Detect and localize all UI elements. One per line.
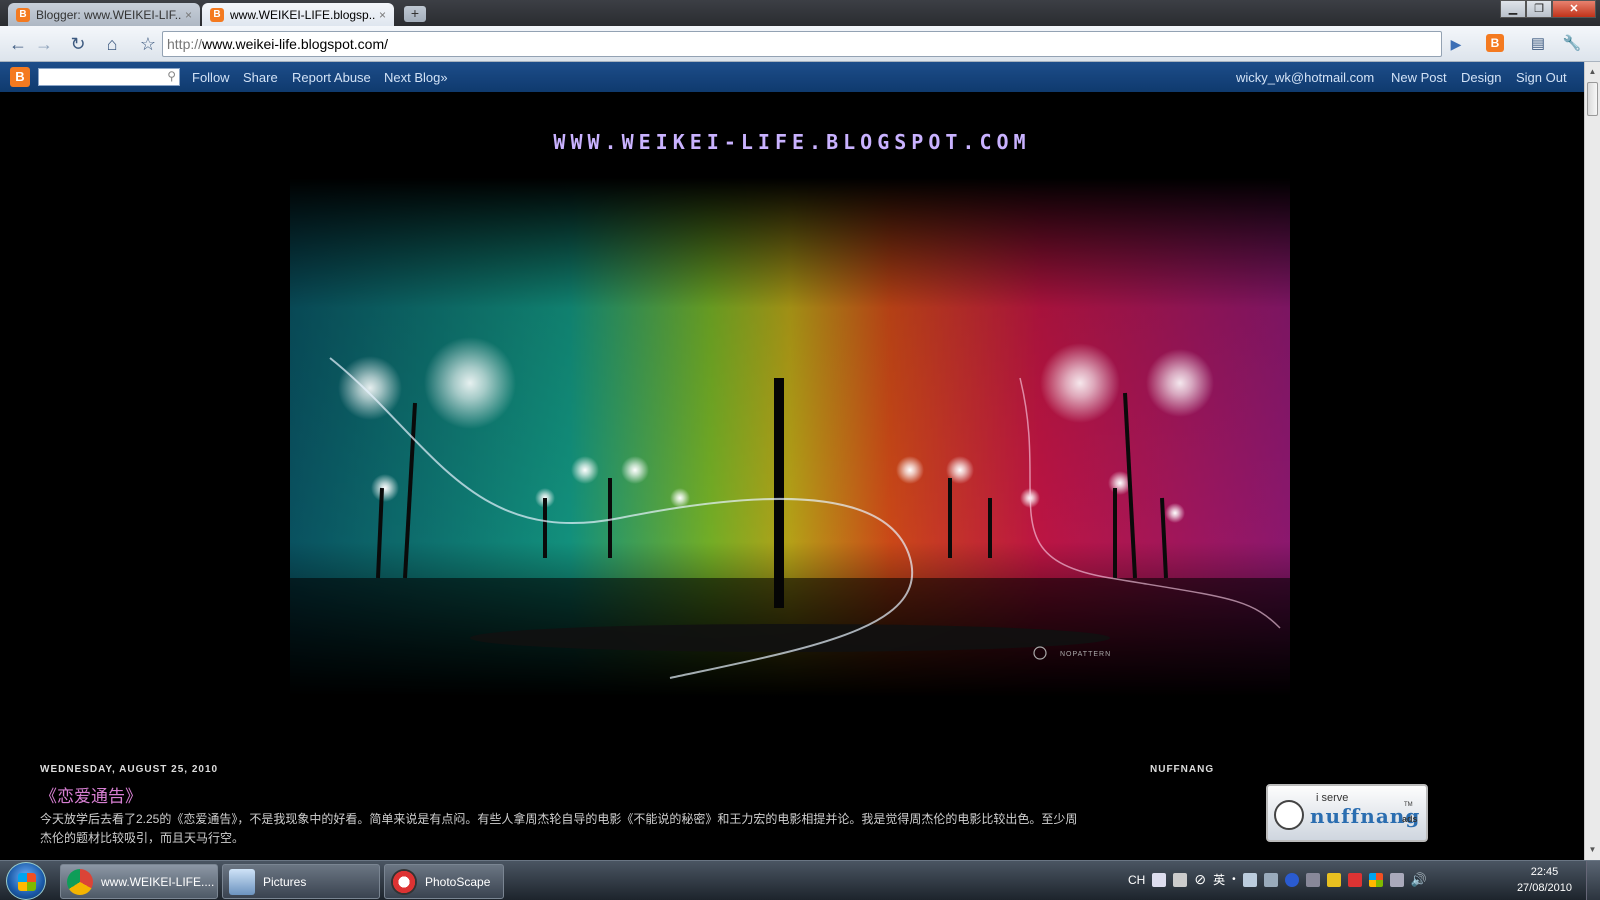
- clock-time: 22:45: [1530, 866, 1559, 878]
- new-post-link[interactable]: New Post: [1391, 70, 1447, 85]
- wrench-icon[interactable]: 🔧: [1560, 32, 1584, 56]
- language-indicator[interactable]: CH: [1128, 873, 1145, 887]
- star-icon[interactable]: ☆: [136, 32, 160, 56]
- network-icon[interactable]: [1305, 872, 1320, 887]
- reload-icon[interactable]: ↻: [66, 32, 90, 56]
- scroll-up-icon[interactable]: ▲: [1585, 64, 1600, 80]
- messenger-icon[interactable]: [1326, 872, 1341, 887]
- browser-toolbar: ← → ↻ ⌂ ☆ http://www.weikei-life.blogspo…: [0, 26, 1600, 62]
- start-button[interactable]: [6, 862, 46, 900]
- blogger-extension-icon[interactable]: B: [1486, 34, 1504, 52]
- scrollbar-thumb[interactable]: [1587, 82, 1598, 116]
- follow-link[interactable]: Follow: [192, 70, 230, 85]
- page-menu-icon[interactable]: ▤: [1526, 32, 1550, 56]
- blogger-favicon-icon: B: [210, 7, 224, 22]
- chrome-icon: [67, 868, 93, 895]
- taskbar-item-pictures[interactable]: Pictures: [222, 864, 380, 899]
- windows-logo-icon: [18, 873, 36, 891]
- report-abuse-link[interactable]: Report Abuse: [292, 70, 371, 85]
- system-clock[interactable]: 22:45 27/08/2010: [1517, 864, 1572, 896]
- blogger-favicon-icon: B: [16, 7, 30, 22]
- ime-settings-icon[interactable]: [1263, 872, 1278, 887]
- taskbar-item-label: www.WEIKEI-LIFE....: [101, 874, 215, 889]
- blog-page: WWW.WEIKEI-LIFE.BLOGSPOT.COM NOPATTERN W…: [0, 92, 1584, 860]
- post-title-link[interactable]: 《恋爱通告》: [40, 782, 142, 807]
- nuffnang-ad-badge[interactable]: i serve TM nuffnang ads: [1266, 784, 1428, 842]
- windows-taskbar: www.WEIKEI-LIFE.... Pictures PhotoScape …: [0, 860, 1600, 900]
- ime-grid-icon[interactable]: [1173, 872, 1188, 887]
- show-desktop-button[interactable]: [1586, 861, 1600, 900]
- sign-out-link[interactable]: Sign Out: [1516, 70, 1567, 85]
- minimize-icon[interactable]: ▁: [1500, 0, 1526, 18]
- design-link[interactable]: Design: [1461, 70, 1501, 85]
- blogger-navbar: B ⚲ Follow Share Report Abuse Next Blog»…: [0, 62, 1584, 92]
- close-tab-icon[interactable]: ×: [379, 8, 386, 22]
- blogger-logo-icon[interactable]: B: [10, 67, 30, 87]
- blog-site-title[interactable]: WWW.WEIKEI-LIFE.BLOGSPOT.COM: [0, 130, 1584, 154]
- window-controls: ▁ ❐ ✕: [1500, 0, 1596, 18]
- user-email: wicky_wk@hotmail.com: [1236, 70, 1375, 85]
- ime-mode-indicator[interactable]: 英: [1213, 871, 1225, 888]
- nuffnang-mascot-icon: [1274, 800, 1304, 830]
- next-blog-link[interactable]: Next Blog»: [384, 70, 448, 85]
- clock-date: 27/08/2010: [1516, 882, 1572, 894]
- nuffnang-ads-text: ads: [1402, 814, 1418, 824]
- home-icon[interactable]: ⌂: [100, 32, 124, 56]
- taskbar-item-photoscape[interactable]: PhotoScape: [384, 864, 504, 899]
- blog-header-image: NOPATTERN: [290, 178, 1290, 698]
- photoscape-icon: [391, 868, 417, 895]
- close-window-icon[interactable]: ✕: [1552, 0, 1596, 18]
- post-body: 今天放学后去看了2.25的《恋爱通告》，不是我现象中的好看。简单来说是有点闷。有…: [40, 812, 1078, 845]
- browser-tab-blogger[interactable]: B Blogger: www.WEIKEI-LIF... ×: [8, 3, 200, 26]
- share-link[interactable]: Share: [243, 70, 278, 85]
- new-tab-button[interactable]: +: [404, 6, 426, 22]
- scroll-down-icon[interactable]: ▼: [1585, 842, 1600, 858]
- tab-title: Blogger: www.WEIKEI-LIF...: [36, 7, 181, 22]
- windows-update-icon[interactable]: [1368, 872, 1383, 887]
- close-tab-icon[interactable]: ×: [185, 8, 192, 22]
- post-date: WEDNESDAY, AUGUST 25, 2010: [40, 764, 219, 775]
- search-icon[interactable]: ⚲: [167, 69, 176, 83]
- back-icon[interactable]: ←: [6, 32, 30, 56]
- punctuation-icon[interactable]: •: [1232, 874, 1236, 885]
- page-scrollbar[interactable]: ▲ ▼: [1584, 62, 1600, 860]
- nuffnang-serve-text: i serve: [1316, 792, 1349, 804]
- keyboard-icon[interactable]: [1152, 872, 1167, 887]
- sidebar-heading-nuffnang: NUFFNANG: [1150, 764, 1215, 775]
- restore-icon[interactable]: ❐: [1526, 0, 1552, 18]
- tab-title: www.WEIKEI-LIFE.blogsp...: [230, 7, 375, 22]
- forward-icon[interactable]: →: [32, 32, 56, 56]
- taskbar-item-label: PhotoScape: [425, 874, 491, 889]
- power-icon[interactable]: [1389, 872, 1404, 887]
- blog-search-input[interactable]: ⚲: [38, 68, 180, 86]
- block-icon[interactable]: ⊘: [1194, 871, 1206, 888]
- soft-keyboard-icon[interactable]: [1242, 872, 1257, 887]
- volume-icon[interactable]: 🔊: [1411, 872, 1427, 888]
- url-host: www.weikei-life.blogspot.com/: [202, 36, 388, 52]
- header-watermark: NOPATTERN: [1060, 651, 1111, 658]
- browser-tab-strip: B Blogger: www.WEIKEI-LIF... × B www.WEI…: [0, 0, 1600, 26]
- flag-alert-icon[interactable]: [1347, 872, 1362, 887]
- night-parking-lot-illustration: NOPATTERN: [290, 178, 1290, 698]
- browser-tab-weikei[interactable]: B www.WEIKEI-LIFE.blogsp... ×: [202, 3, 394, 26]
- taskbar-item-chrome[interactable]: www.WEIKEI-LIFE....: [60, 864, 218, 899]
- go-icon[interactable]: ▶: [1444, 32, 1468, 56]
- system-tray: CH ⊘ 英 • 🔊: [1128, 871, 1427, 888]
- url-scheme: http://: [167, 36, 203, 52]
- taskbar-item-label: Pictures: [263, 874, 307, 889]
- pictures-folder-icon: [229, 868, 255, 895]
- help-icon[interactable]: [1284, 872, 1299, 887]
- address-bar[interactable]: http://www.weikei-life.blogspot.com/: [162, 31, 1442, 57]
